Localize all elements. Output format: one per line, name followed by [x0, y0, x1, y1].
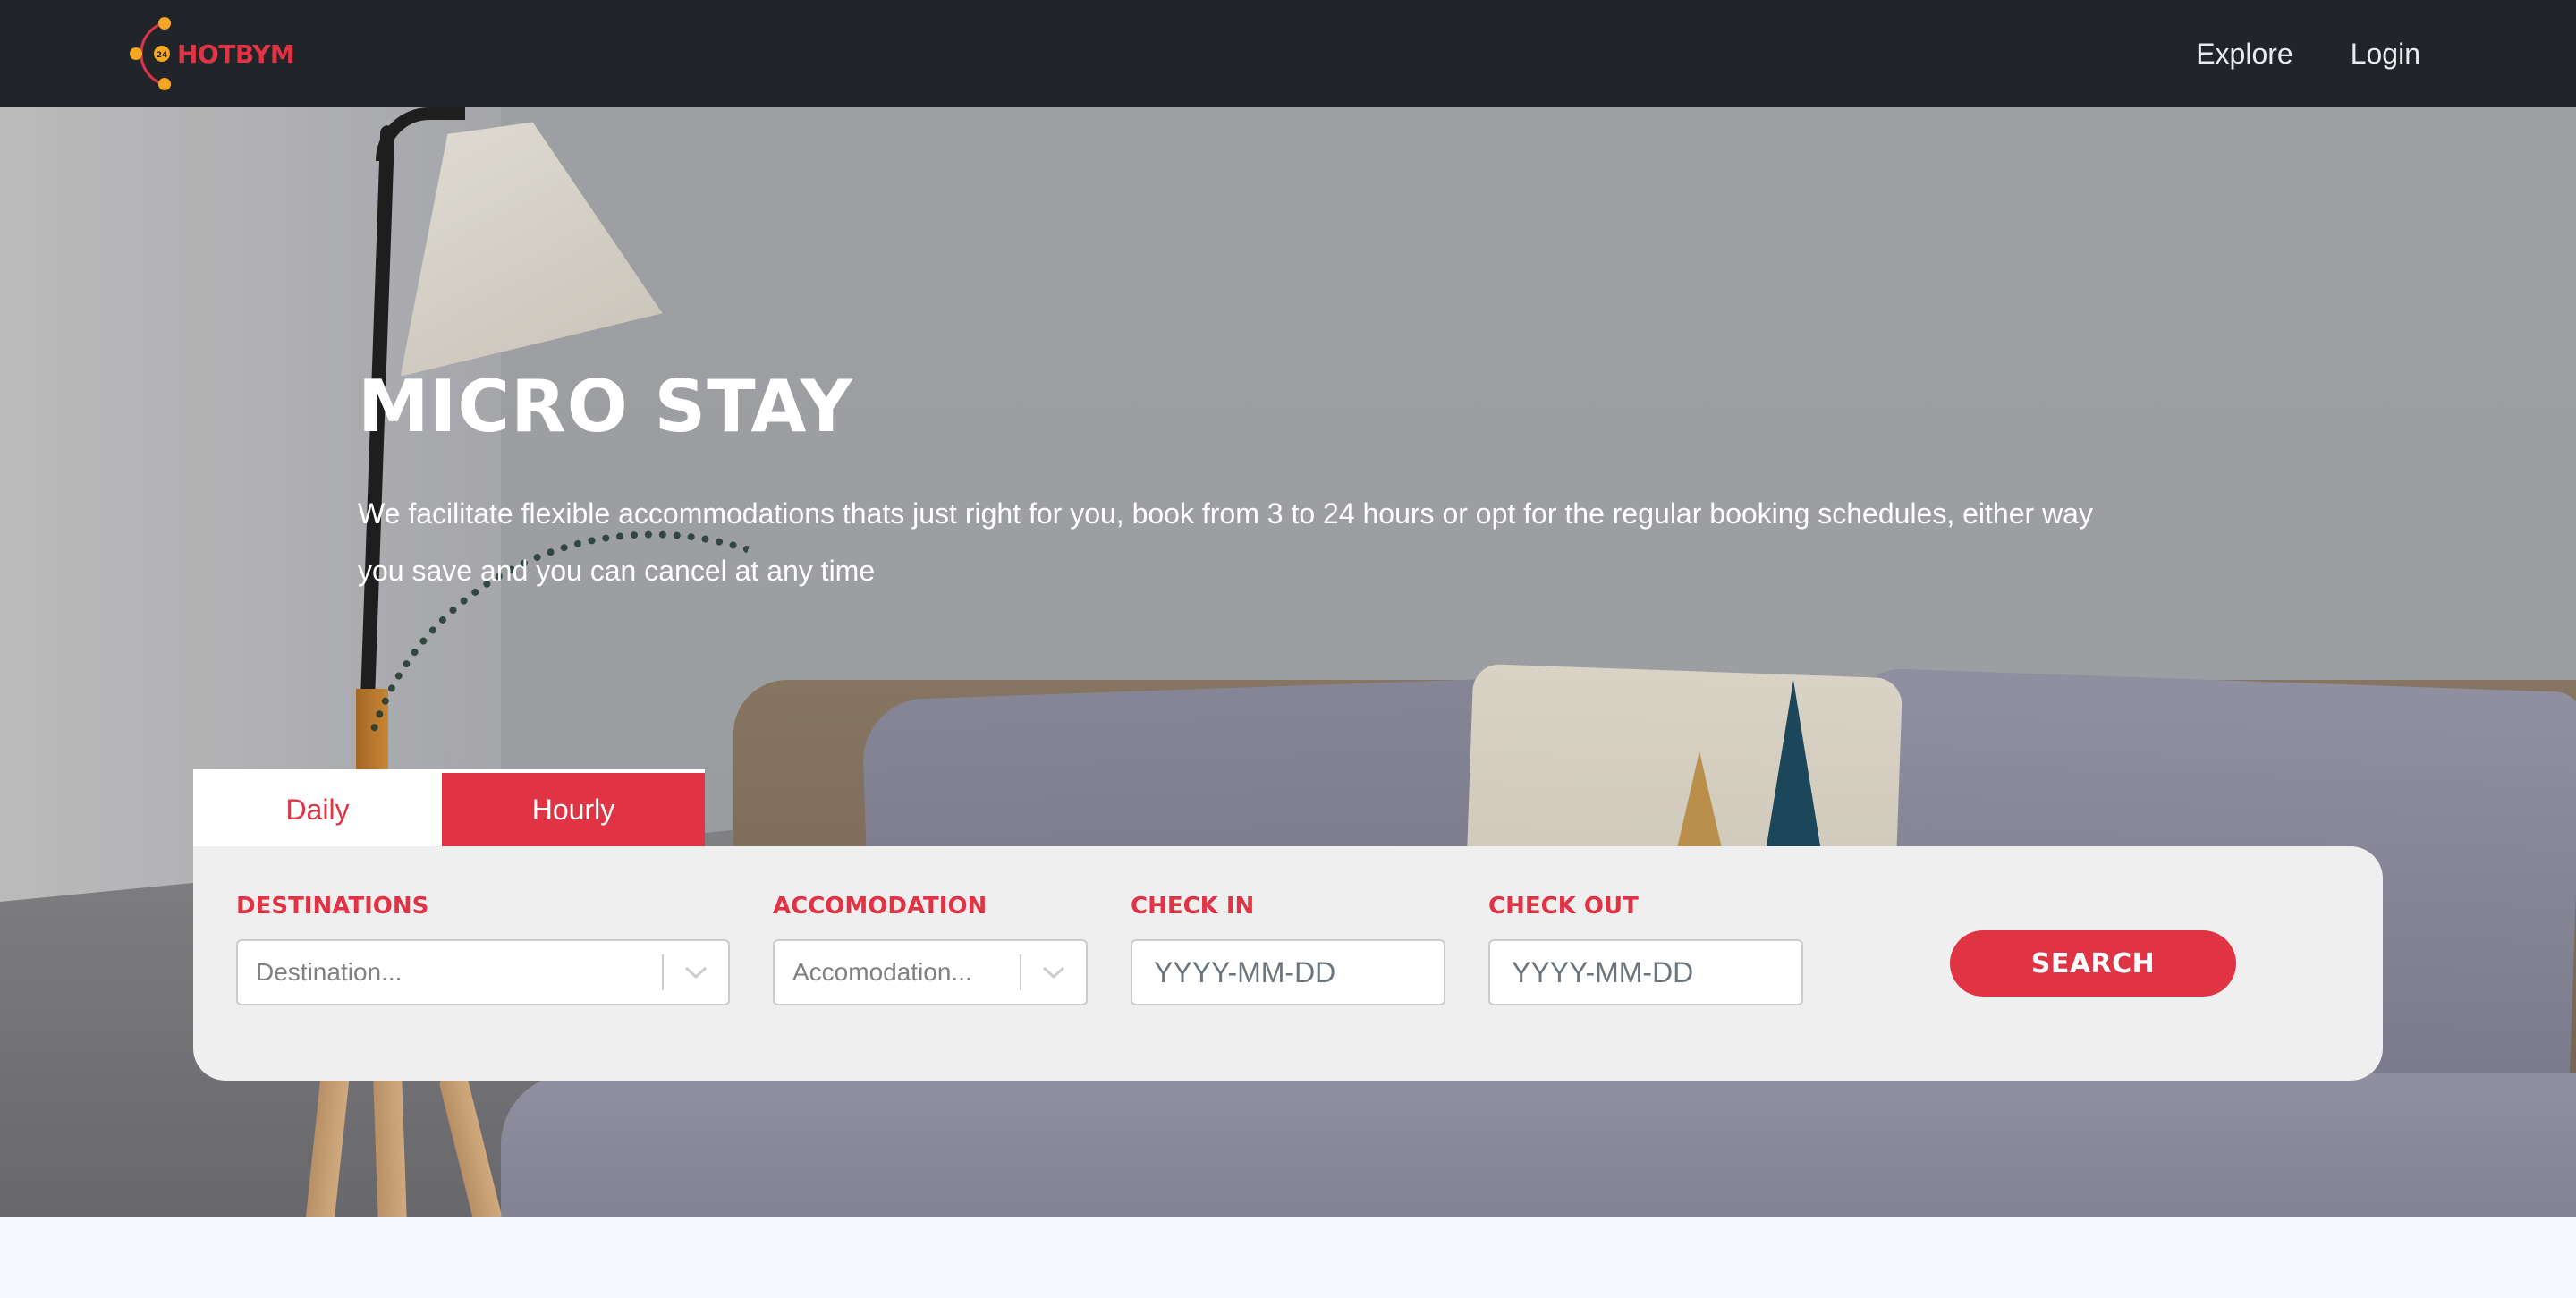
search-panel: DESTINATIONS Destination... ACCOMODATION… — [193, 846, 2383, 1081]
search-button[interactable]: SEARCH — [1950, 930, 2236, 997]
destinations-label: DESTINATIONS — [236, 893, 429, 920]
tab-daily[interactable]: Daily — [197, 773, 438, 846]
destinations-field: DESTINATIONS Destination... — [236, 891, 730, 1005]
nav-explore-link[interactable]: Explore — [2196, 38, 2293, 71]
brand-name: HOTBYM — [177, 38, 295, 69]
destination-select[interactable]: Destination... — [236, 939, 730, 1005]
nav-login-link[interactable]: Login — [2351, 38, 2420, 71]
check-in-label: CHECK IN — [1131, 893, 1255, 920]
navbar: 24 HOTBYM Explore Login — [0, 0, 2576, 107]
hotbym-logo-icon: 24 — [125, 14, 179, 93]
check-out-field: CHECK OUT — [1488, 891, 1803, 1005]
accommodation-field: ACCOMODATION Accomodation... — [773, 891, 1088, 1005]
accommodation-label: ACCOMODATION — [773, 893, 987, 920]
accommodation-select[interactable]: Accomodation... — [773, 939, 1088, 1005]
chevron-down-icon[interactable] — [664, 940, 728, 1005]
chevron-down-icon[interactable] — [1021, 940, 1086, 1005]
check-in-input[interactable] — [1131, 939, 1445, 1005]
check-in-field: CHECK IN — [1131, 891, 1445, 1005]
brand-logo-link[interactable]: 24 HOTBYM — [125, 14, 295, 93]
hero-title: MICRO STAY — [358, 365, 853, 448]
page-content-area — [0, 1217, 2576, 1298]
destination-placeholder: Destination... — [256, 958, 402, 986]
nav-links: Explore Login — [2196, 0, 2420, 107]
hero-description: We facilitate flexible accommodations th… — [358, 497, 2093, 587]
check-out-input[interactable] — [1488, 939, 1803, 1005]
check-out-label: CHECK OUT — [1488, 893, 1639, 920]
tab-hourly[interactable]: Hourly — [442, 773, 705, 846]
accommodation-placeholder: Accomodation... — [792, 958, 972, 986]
logo-center-text: 24 — [157, 51, 168, 60]
booking-type-tabs: Daily Hourly — [193, 769, 705, 846]
